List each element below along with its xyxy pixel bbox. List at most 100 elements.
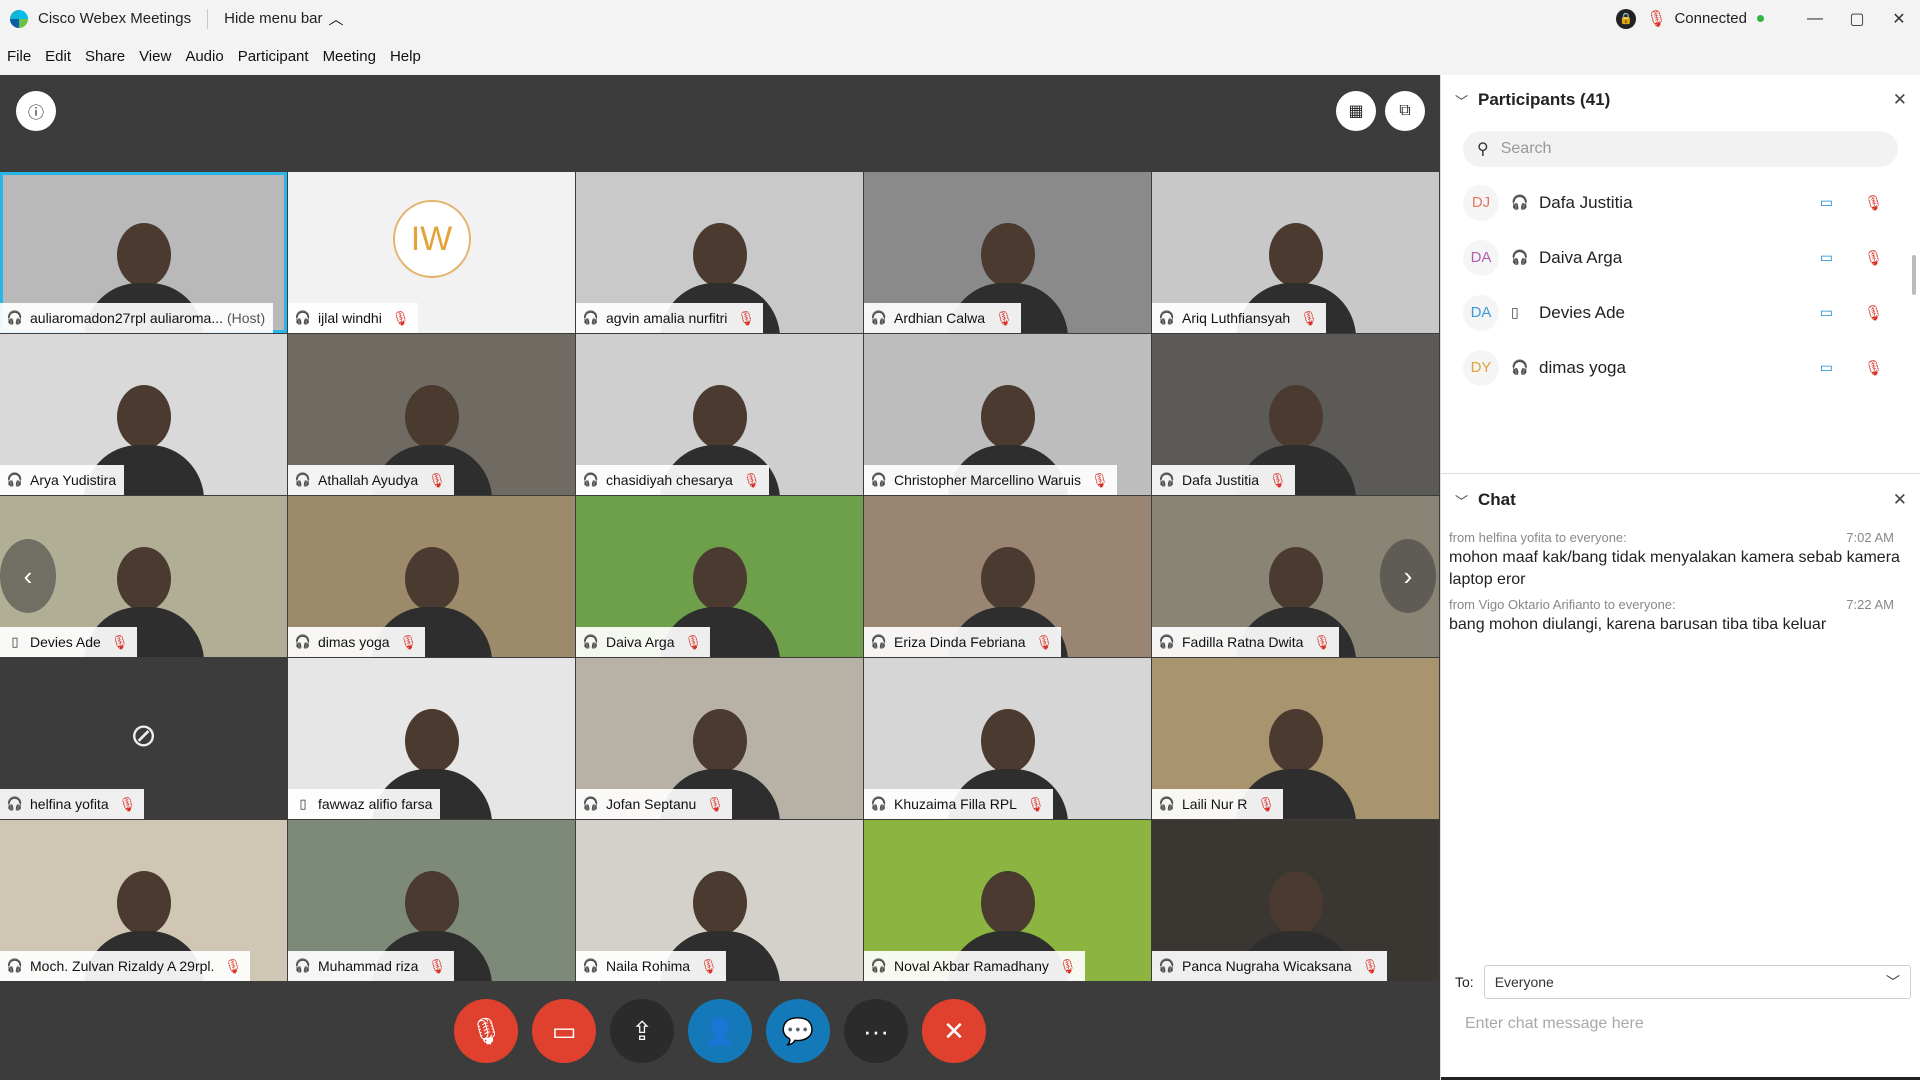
participant-name: chasidiyah chesarya <box>606 472 733 488</box>
person-head <box>404 385 459 449</box>
lock-icon[interactable]: 🔒 <box>1616 8 1637 29</box>
video-camera-icon[interactable]: ▭ <box>1820 304 1833 321</box>
participant-search-input[interactable]: ⚲ Search <box>1463 131 1898 167</box>
participant-name: ijlal windhi <box>318 310 382 326</box>
menu-view[interactable]: View <box>139 48 171 65</box>
panel-divider <box>1441 473 1920 474</box>
video-tile[interactable]: 🎧 chasidiyah chesarya 🎙 <box>576 334 863 495</box>
headset-icon: 🎧 <box>870 472 888 487</box>
video-camera-icon[interactable]: ▭ <box>1820 194 1833 211</box>
close-window-button[interactable]: ✕ <box>1878 0 1920 37</box>
muted-mic-icon[interactable]: 🎙 <box>1864 249 1883 267</box>
chat-message-input[interactable]: Enter chat message here <box>1465 1015 1644 1033</box>
close-chat-button[interactable]: ✕ <box>1893 490 1907 510</box>
person-head <box>692 871 747 935</box>
muted-mic-icon: 🎙 <box>1026 795 1045 812</box>
video-tile[interactable]: 🎧 Christopher Marcellino Waruis 🎙 <box>864 334 1151 495</box>
muted-mic-icon[interactable]: 🎙 <box>1864 304 1883 322</box>
person-head <box>1268 871 1323 935</box>
menu-edit[interactable]: Edit <box>45 48 71 65</box>
video-camera-icon[interactable]: ▭ <box>1820 249 1833 266</box>
next-page-arrow[interactable]: › <box>1380 539 1436 613</box>
video-tile[interactable]: 🎧 Athallah Ayudya 🎙 <box>288 334 575 495</box>
webex-logo-icon <box>10 9 28 28</box>
unmute-button[interactable]: 🎙 <box>454 999 518 1063</box>
participants-button[interactable]: 👤 <box>688 999 752 1063</box>
participant-scrollbar[interactable] <box>1912 255 1916 295</box>
layout-grid-button[interactable]: ▦ <box>1336 91 1376 131</box>
start-video-button[interactable]: ▭ <box>532 999 596 1063</box>
video-tile[interactable]: IW 🎧 ijlal windhi 🎙 <box>288 172 575 333</box>
video-tile[interactable]: 🎧 Laili Nur R 🎙 <box>1152 658 1439 819</box>
leave-meeting-button[interactable]: ✕ <box>922 999 986 1063</box>
close-participants-button[interactable]: ✕ <box>1893 90 1907 110</box>
participant-name: Devies Ade <box>1539 302 1625 322</box>
headset-icon: 🎧 <box>294 634 312 649</box>
more-options-button[interactable]: ··· <box>844 999 908 1063</box>
video-tile[interactable]: 🎧 agvin amalia nurfitri 🎙 <box>576 172 863 333</box>
video-tile[interactable]: 🎧 Ariq Luthfiansyah 🎙 <box>1152 172 1439 333</box>
recipient-select[interactable]: Everyone ﹀ <box>1483 965 1911 999</box>
meeting-controls: 🎙 ▭ ⇪ 👤 💬 ··· ✕ <box>0 982 1440 1080</box>
video-tile[interactable]: 🎧 Ardhian Calwa 🎙 <box>864 172 1151 333</box>
chat-button[interactable]: 💬 <box>766 999 830 1063</box>
participants-header: ﹀ Participants (41) ✕ <box>1441 75 1920 125</box>
video-tile[interactable]: 🎧 Naila Rohima 🎙 <box>576 820 863 981</box>
connection-status: Connected <box>1674 10 1747 27</box>
chevron-down-icon: ﹀ <box>1886 974 1900 990</box>
name-plate: 🎧 Fadilla Ratna Dwita 🎙 <box>1152 627 1340 657</box>
participant-name: Ardhian Calwa <box>894 310 986 326</box>
share-button[interactable]: ⇪ <box>610 999 674 1063</box>
video-tile[interactable]: 🎧 Panca Nugraha Wicaksana 🎙 <box>1152 820 1439 981</box>
menu-participant[interactable]: Participant <box>238 48 309 65</box>
video-tile[interactable]: 🎧 Moch. Zulvan Rizaldy A 29rpl. 🎙 <box>0 820 287 981</box>
menu-file[interactable]: File <box>7 48 31 65</box>
previous-page-arrow[interactable]: ‹ <box>0 539 56 613</box>
participant-row[interactable]: DJ 🎧 Dafa Justitia ▭ 🎙 <box>1441 175 1911 230</box>
menu-audio[interactable]: Audio <box>185 48 223 65</box>
headset-icon: 🎧 <box>1511 359 1529 375</box>
muted-mic-icon: 🎙 <box>1257 795 1276 812</box>
hide-menu-bar-button[interactable]: Hide menu bar ︿ <box>224 8 343 29</box>
person-head <box>1268 709 1323 773</box>
chat-message-meta: from Vigo Oktario Arifianto to everyone:… <box>1449 597 1904 612</box>
video-tile[interactable]: 🎧 Daiva Arga 🎙 <box>576 496 863 657</box>
meeting-info-button[interactable]: ⓘ <box>16 91 56 131</box>
video-camera-icon[interactable]: ▭ <box>1820 359 1833 376</box>
menu-share[interactable]: Share <box>85 48 125 65</box>
video-tile[interactable]: ⊘ 🎧 helfina yofita 🎙 <box>0 658 287 819</box>
person-head <box>1268 547 1323 611</box>
video-tile[interactable]: 🎧 Muhammad riza 🎙 <box>288 820 575 981</box>
maximize-button[interactable]: ▢ <box>1836 0 1878 37</box>
video-tile[interactable]: 🎧 auliaromadon27rpl auliaroma... (Host) <box>0 172 287 333</box>
chat-sender: from Vigo Oktario Arifianto to everyone: <box>1449 597 1676 612</box>
muted-mic-icon: 🎙 <box>1646 10 1667 28</box>
menu-meeting[interactable]: Meeting <box>323 48 376 65</box>
participant-name: Fadilla Ratna Dwita <box>1182 634 1304 650</box>
name-plate: 🎧 Jofan Septanu 🎙 <box>576 789 733 819</box>
muted-mic-icon[interactable]: 🎙 <box>1864 359 1883 377</box>
participant-name: fawwaz alifio farsa <box>318 796 433 812</box>
collapse-chat-chevron-icon[interactable]: ﹀ <box>1455 491 1468 510</box>
video-tile[interactable]: ▯ fawwaz alifio farsa <box>288 658 575 819</box>
participant-row[interactable]: DA 🎧 Daiva Arga ▭ 🎙 <box>1441 230 1911 285</box>
minimize-button[interactable]: — <box>1794 0 1836 37</box>
stack-view-button[interactable]: ⧉ <box>1385 91 1425 131</box>
video-tile[interactable]: 🎧 Noval Akbar Ramadhany 🎙 <box>864 820 1151 981</box>
muted-mic-icon[interactable]: 🎙 <box>1864 194 1883 212</box>
name-plate: 🎧 chasidiyah chesarya 🎙 <box>576 465 769 495</box>
video-tile[interactable]: 🎧 Eriza Dinda Febriana 🎙 <box>864 496 1151 657</box>
video-tile[interactable]: 🎧 dimas yoga 🎙 <box>288 496 575 657</box>
participant-name: Christopher Marcellino Waruis <box>894 472 1081 488</box>
video-tile[interactable]: 🎧 Khuzaima Filla RPL 🎙 <box>864 658 1151 819</box>
video-tile[interactable]: 🎧 Jofan Septanu 🎙 <box>576 658 863 819</box>
collapse-chevron-icon[interactable]: ﹀ <box>1455 91 1468 110</box>
muted-mic-icon: 🎙 <box>224 957 243 974</box>
participant-row[interactable]: DA ▯ Devies Ade ▭ 🎙 <box>1441 285 1911 340</box>
chat-message: from helfina yofita to everyone: 7:02 AM m… <box>1449 530 1904 591</box>
video-tile[interactable]: 🎧 Dafa Justitia 🎙 <box>1152 334 1439 495</box>
video-tile[interactable]: 🎧 Arya Yudistira <box>0 334 287 495</box>
participant-row[interactable]: DY 🎧 dimas yoga ▭ 🎙 <box>1441 340 1911 393</box>
search-placeholder: Search <box>1500 140 1552 157</box>
menu-help[interactable]: Help <box>390 48 421 65</box>
